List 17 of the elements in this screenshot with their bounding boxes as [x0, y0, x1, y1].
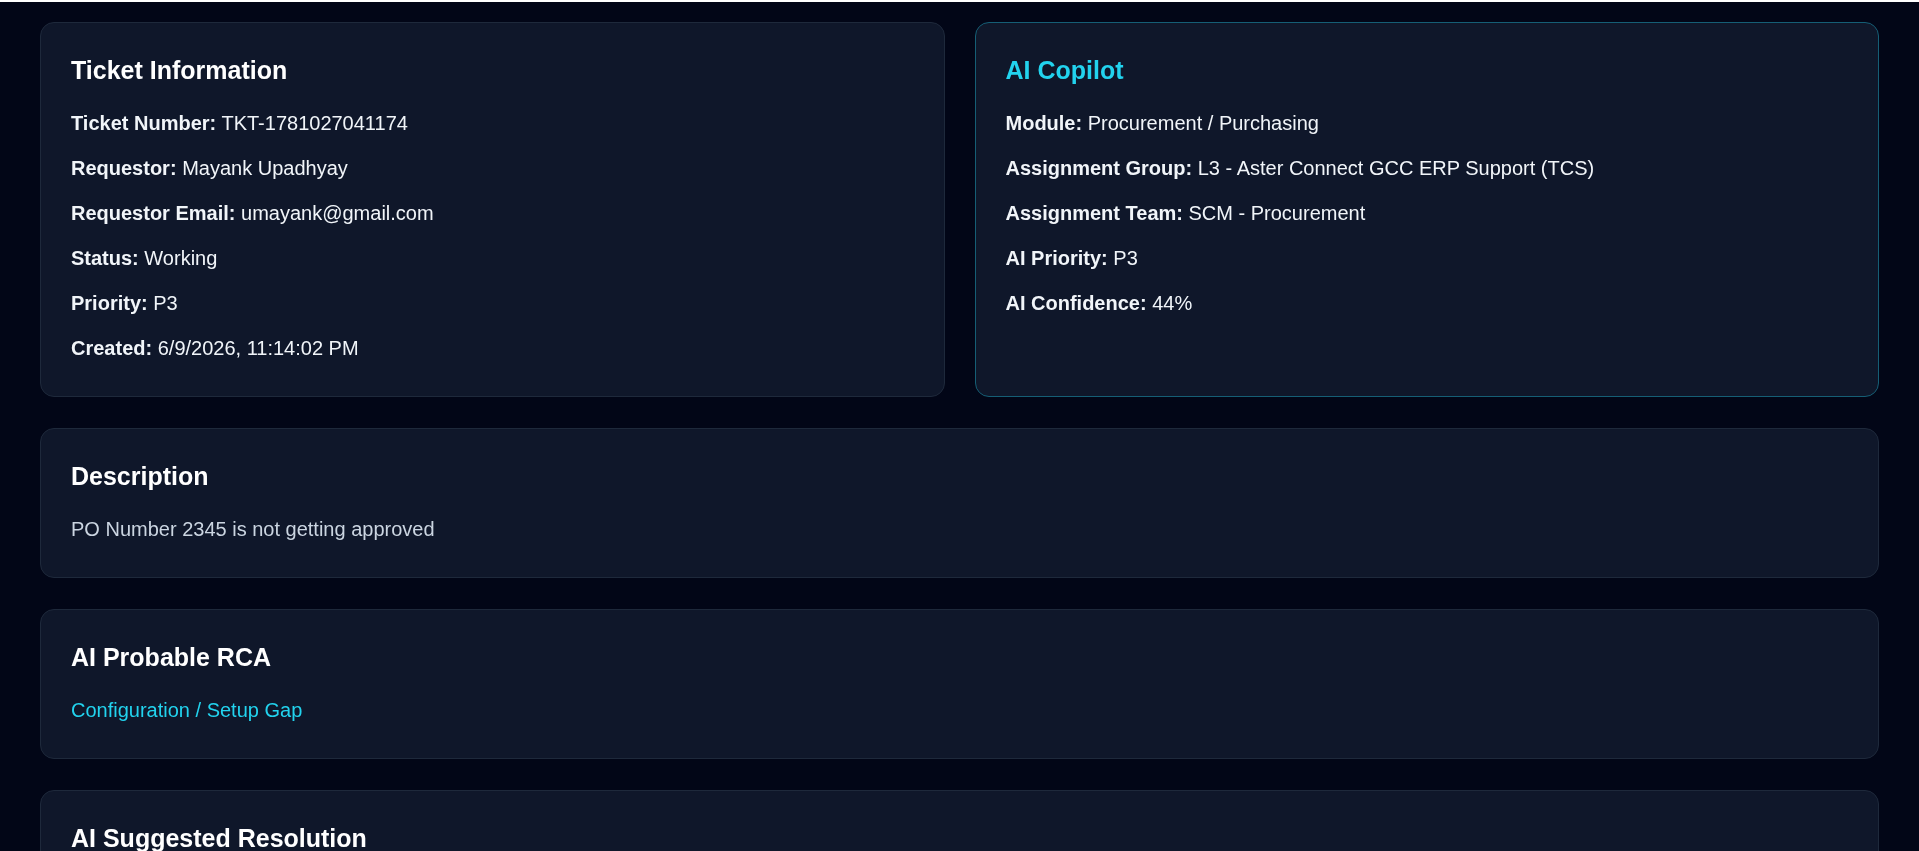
field-text: Assignment Group: L3 - Aster Connect GCC ERP Support (TCS) [1005, 157, 1596, 180]
field-text: Requestor: Mayank Upadhyay [71, 157, 349, 180]
card-title: AI Probable RCA [71, 642, 273, 672]
card-title: Description [71, 461, 210, 491]
field-text: Requestor Email: umayank@gmail.com [71, 202, 435, 225]
field-text: Status: Working [71, 247, 219, 270]
field-text: Ticket Number: TKT-1781027041174 [71, 112, 409, 135]
description-text: PO Number 2345 is not getting approved [71, 518, 436, 541]
field-text: Assignment Team: SCM - Procurement [1005, 202, 1367, 225]
field-text: AI Confidence: 44% [1005, 292, 1194, 315]
card-title: AI Copilot [1005, 55, 1125, 85]
field-text: Created: 6/9/2026, 11:14:02 PM [71, 337, 360, 360]
rca-text: Configuration / Setup Gap [71, 699, 304, 722]
field-text: Module: Procurement / Purchasing [1005, 112, 1320, 135]
field-text: AI Priority: P3 [1005, 247, 1139, 270]
card-title: Ticket Information [71, 55, 289, 85]
field-text: Priority: P3 [71, 292, 179, 315]
